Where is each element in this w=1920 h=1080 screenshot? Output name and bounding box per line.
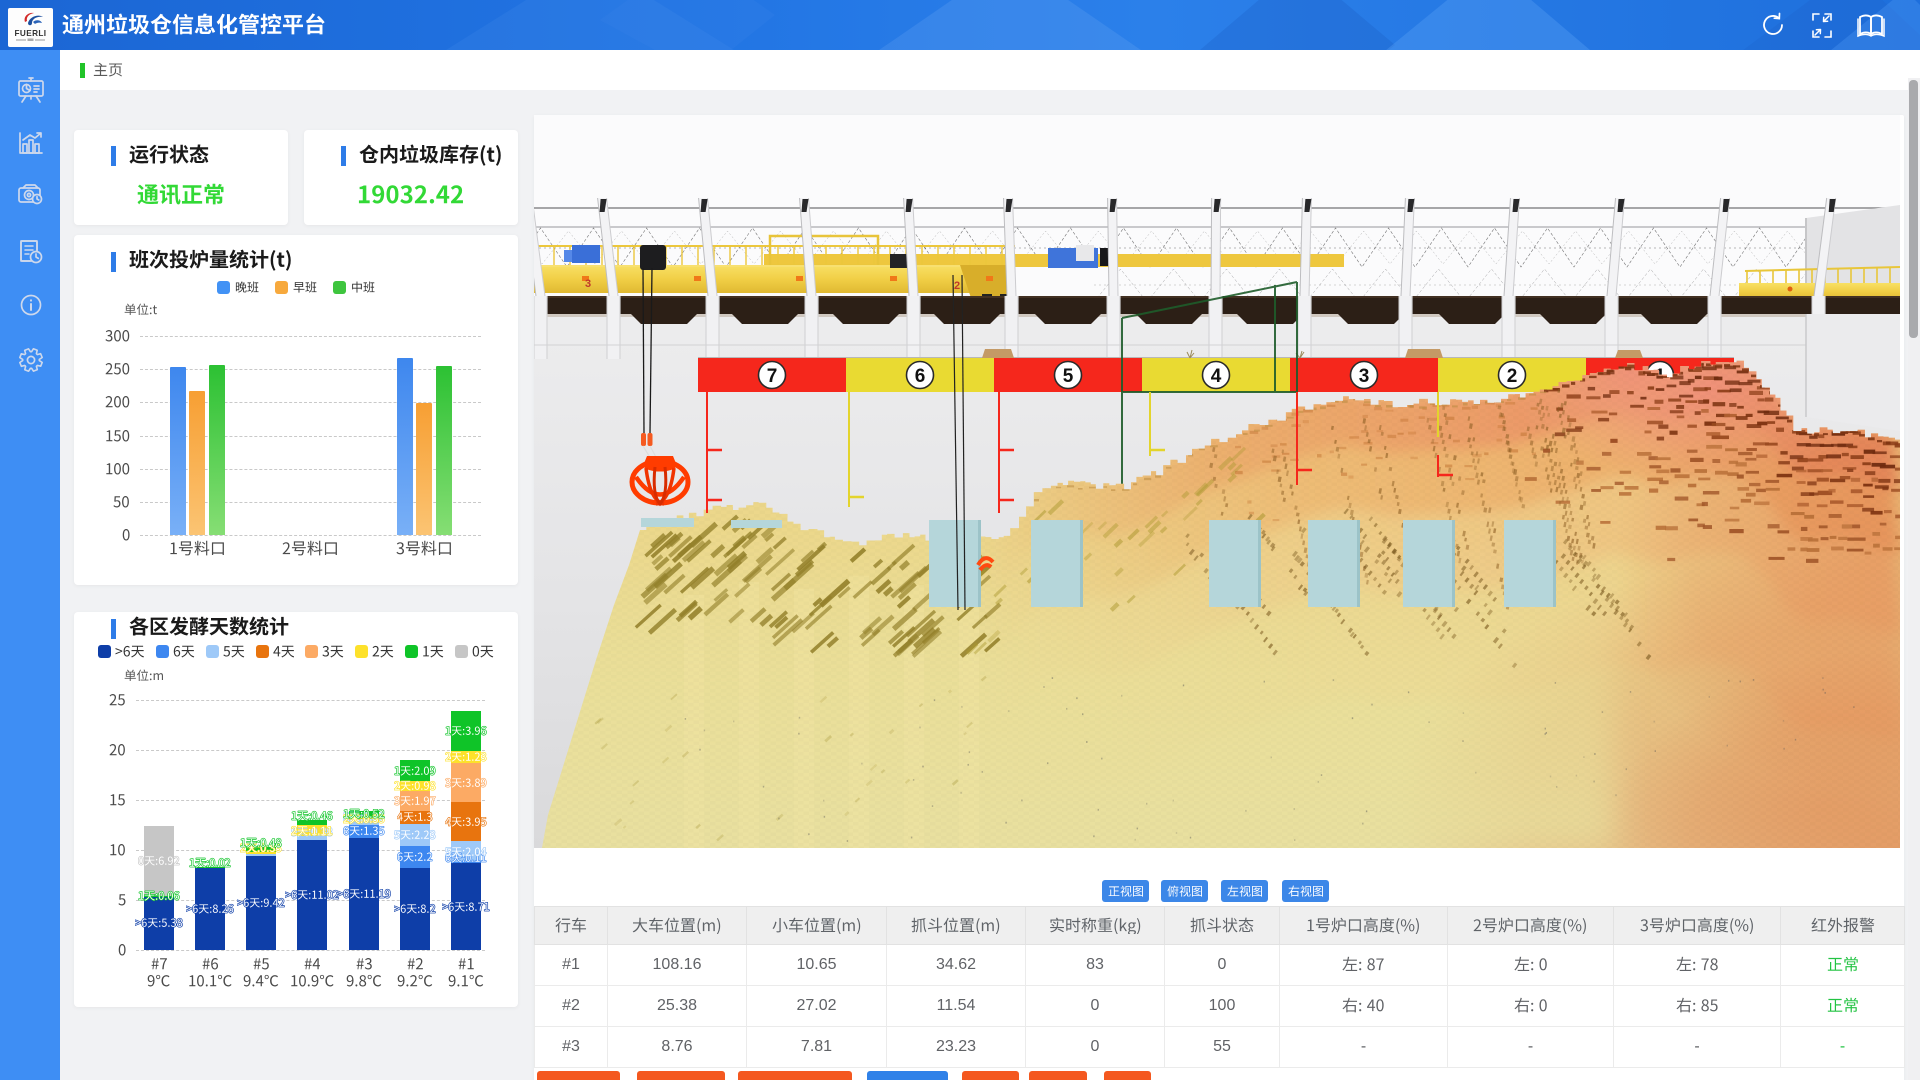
svg-text:7: 7 (767, 366, 778, 387)
svg-text:3: 3 (1359, 366, 1370, 387)
svg-text:4: 4 (1211, 366, 1222, 387)
svg-text:FUERLI: FUERLI (15, 29, 47, 38)
svg-text:6: 6 (915, 366, 926, 387)
svg-text:5: 5 (1063, 366, 1074, 387)
svg-text:3: 3 (585, 278, 591, 290)
svg-text:2: 2 (954, 280, 960, 292)
svg-text:2: 2 (1507, 366, 1518, 387)
